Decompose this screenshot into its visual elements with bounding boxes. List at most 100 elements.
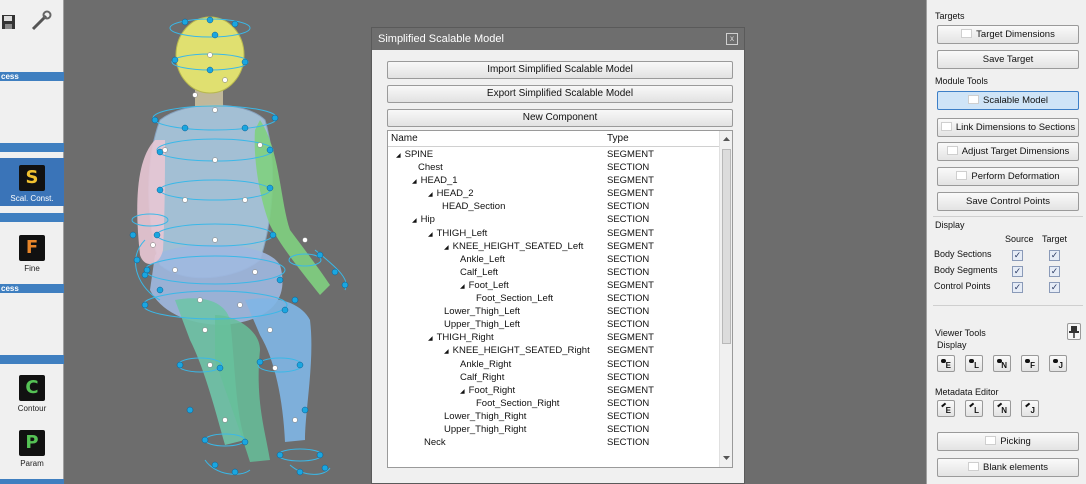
scalable-model-button[interactable]: Scalable Model [937,91,1079,110]
tree-scrollbar[interactable] [719,131,732,467]
target-checkbox[interactable]: ✓ [1049,282,1060,293]
save-icon[interactable] [1,14,16,30]
export-model-button[interactable]: Export Simplified Scalable Model [387,85,733,103]
expand-arrow-icon[interactable]: ◢ [412,179,417,185]
tree-row-label: KNEE_HEIGHT_SEATED_Left [452,240,584,252]
tree-body: ◢ SPINE SEGMENT Chest SECTION ◢ HEAD_1 SEGMENT ◢… [388,148,720,449]
tree-row[interactable]: ◢ THIGH_Right SEGMENT [388,331,720,344]
import-model-button[interactable]: Import Simplified Scalable Model [387,61,733,79]
column-name-header[interactable]: Name [391,133,418,144]
tree-row-name: ◢ KNEE_HEIGHT_SEATED_Right [444,345,590,356]
target-dimensions-button[interactable]: Target Dimensions [937,25,1079,44]
checkbox-icon [968,95,980,104]
expand-arrow-icon[interactable]: ◢ [444,245,449,251]
tree-row[interactable]: Lower_Thigh_Right SECTION [388,410,720,423]
blank-elements-button[interactable]: Blank elements [937,458,1079,477]
expand-arrow-icon[interactable]: ◢ [460,284,465,290]
link-dimensions-button[interactable]: Link Dimensions to Sections [937,118,1079,137]
scroll-up-icon[interactable] [721,134,732,144]
display-row-label: Body Segments [934,265,998,275]
scroll-down-icon[interactable] [721,453,732,463]
viewer-display-label: Display [937,340,967,350]
display-button-e[interactable]: E [937,355,955,372]
column-type-header[interactable]: Type [607,133,629,144]
pin-icon[interactable] [1067,323,1081,340]
tree-row[interactable]: Foot_Section_Left SECTION [388,292,720,305]
tool-param[interactable]: P Param [0,430,64,468]
tree-row-name: Lower_Thigh_Left [444,306,520,317]
expand-arrow-icon[interactable]: ◢ [428,336,433,342]
fine-icon: F [19,235,45,261]
display-button-n[interactable]: N [993,355,1011,372]
tool-scal-const[interactable]: S Scal. Const. [0,158,64,206]
metadata-button-l[interactable]: L [965,400,983,417]
tree-row[interactable]: ◢ THIGH_Left SEGMENT [388,227,720,240]
tree-row[interactable]: Lower_Thigh_Left SECTION [388,305,720,318]
tree-row-name: ◢ KNEE_HEIGHT_SEATED_Left [444,241,583,252]
tree-row-type: SECTION [607,293,650,305]
scal-const-icon: S [19,165,45,191]
tree-row[interactable]: Ankle_Left SECTION [388,253,720,266]
perform-deformation-button[interactable]: Perform Deformation [937,167,1079,186]
tree-row[interactable]: Calf_Left SECTION [388,266,720,279]
metadata-button-j[interactable]: J [1021,400,1039,417]
new-component-button[interactable]: New Component [387,109,733,127]
expand-arrow-icon[interactable]: ◢ [428,232,433,238]
dialog-title: Simplified Scalable Model [378,33,504,45]
tree-row[interactable]: ◢ KNEE_HEIGHT_SEATED_Right SEGMENT [388,344,720,357]
save-target-button[interactable]: Save Target [937,50,1079,69]
separator-bar [0,355,64,364]
tree-row[interactable]: Calf_Right SECTION [388,371,720,384]
tree-row[interactable]: ◢ Hip SECTION [388,213,720,226]
display-button-j[interactable]: J [1049,355,1067,372]
expand-arrow-icon[interactable]: ◢ [412,218,417,224]
tree-row[interactable]: Neck SECTION [388,436,720,449]
wrench-icon[interactable] [30,10,52,32]
save-control-points-button[interactable]: Save Control Points [937,192,1079,211]
tree-row-type: SECTION [607,266,650,278]
tree-row-type: SECTION [607,162,650,174]
expand-arrow-icon[interactable]: ◢ [428,192,433,198]
component-tree[interactable]: Name Type ◢ SPINE SEGMENT Chest SECTION ◢ HEAD… [387,130,733,468]
close-icon[interactable]: x [726,33,738,45]
target-checkbox[interactable]: ✓ [1049,266,1060,277]
tree-row[interactable]: HEAD_Section SECTION [388,200,720,213]
tool-contour[interactable]: C Contour [0,375,64,413]
tree-row[interactable]: Chest SECTION [388,161,720,174]
expand-arrow-icon[interactable]: ◢ [460,389,465,395]
display-button-l[interactable]: L [965,355,983,372]
display-button-f[interactable]: F [1021,355,1039,372]
dialog-title-bar[interactable]: Simplified Scalable Model x [372,28,744,50]
tree-row[interactable]: ◢ Foot_Right SEGMENT [388,384,720,397]
tree-row-label: Calf_Left [460,266,499,278]
tree-row[interactable]: Foot_Section_Right SECTION [388,397,720,410]
contour-icon: C [19,375,45,401]
button-label: Picking [1000,436,1031,447]
source-checkbox[interactable]: ✓ [1012,250,1023,261]
tool-label: Scal. Const. [10,194,54,203]
tree-row-name: Calf_Left [460,267,498,278]
adjust-target-button[interactable]: Adjust Target Dimensions [937,142,1079,161]
tree-row[interactable]: ◢ HEAD_1 SEGMENT [388,174,720,187]
target-checkbox[interactable]: ✓ [1049,250,1060,261]
tool-fine[interactable]: F Fine [0,235,64,273]
tree-row[interactable]: Upper_Thigh_Left SECTION [388,318,720,331]
tree-row[interactable]: Upper_Thigh_Right SECTION [388,423,720,436]
tree-row[interactable]: ◢ KNEE_HEIGHT_SEATED_Left SEGMENT [388,240,720,253]
source-checkbox[interactable]: ✓ [1012,282,1023,293]
tree-row-type: SECTION [607,253,650,265]
tree-row-label: Hip [420,214,435,226]
tree-row[interactable]: ◢ HEAD_2 SEGMENT [388,187,720,200]
tree-row[interactable]: ◢ SPINE SEGMENT [388,148,720,161]
metadata-button-e[interactable]: E [937,400,955,417]
tree-row[interactable]: ◢ Foot_Left SEGMENT [388,279,720,292]
source-checkbox[interactable]: ✓ [1012,266,1023,277]
scrollbar-thumb[interactable] [722,149,731,344]
tree-row-type: SECTION [607,306,650,318]
picking-button[interactable]: Picking [937,432,1079,451]
metadata-button-n[interactable]: N [993,400,1011,417]
expand-arrow-icon[interactable]: ◢ [396,153,401,159]
tree-row-type: SECTION [607,319,650,331]
tree-row[interactable]: Ankle_Right SECTION [388,358,720,371]
expand-arrow-icon[interactable]: ◢ [444,349,449,355]
